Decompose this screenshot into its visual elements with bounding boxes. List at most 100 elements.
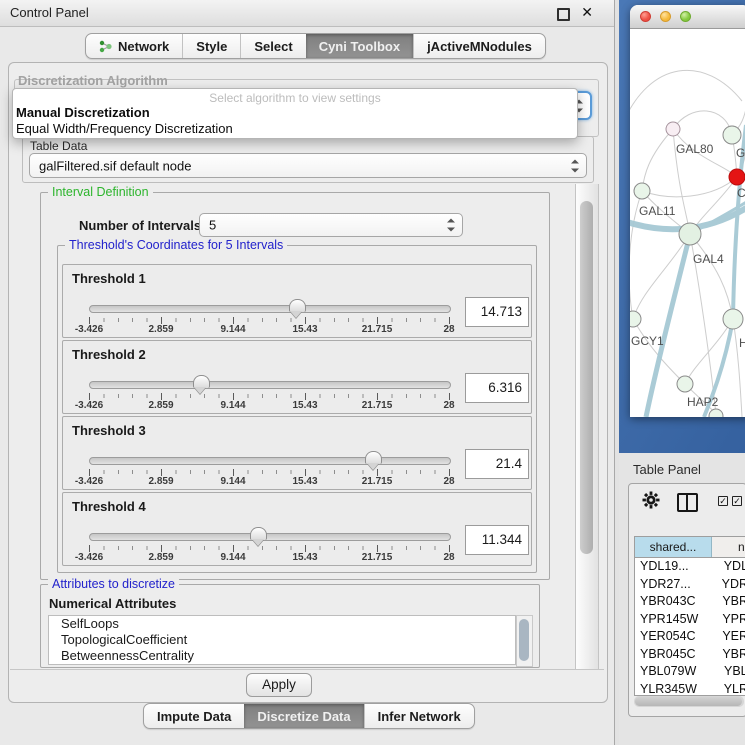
close-icon[interactable]: ✕ — [581, 4, 593, 21]
table-row[interactable]: YBR045CYBR0 — [635, 646, 745, 664]
checkbox-checked-icon[interactable]: ✓ — [718, 496, 728, 506]
cell-name[interactable]: YER0 — [715, 628, 745, 646]
scrollbar-thumb[interactable] — [580, 201, 593, 554]
slider-thumb-icon[interactable] — [250, 527, 267, 540]
tab-label: Cyni Toolbox — [319, 39, 400, 54]
network-view-window: GAL80GACGAL11GAL4GCY1HHAP2 — [630, 5, 745, 417]
tab-label: Infer Network — [378, 709, 461, 724]
tab-impute-data[interactable]: Impute Data — [144, 704, 244, 728]
cell-shared-name[interactable]: YBR043C — [635, 593, 715, 611]
tick-label: 9.144 — [220, 400, 245, 411]
cell-shared-name[interactable]: YLR345W — [635, 681, 717, 697]
threshold-slider[interactable] — [89, 302, 449, 316]
table-row[interactable]: YDL19...YDL1 — [635, 558, 745, 576]
dropdown-option-equal-width-frequency[interactable]: Equal Width/Frequency Discretization — [16, 121, 233, 136]
slider-track[interactable] — [89, 533, 451, 541]
cell-name[interactable]: YDL1 — [717, 558, 745, 576]
threshold-slider[interactable] — [89, 378, 449, 392]
slider-tick-marks — [89, 545, 449, 552]
node-label: HAP2 — [687, 395, 719, 409]
tab-jactivemnodules[interactable]: jActiveMNodules — [413, 34, 545, 58]
tab-discretize-data[interactable]: Discretize Data — [244, 704, 363, 728]
dropdown-option-manual-discretization[interactable]: Manual Discretization — [16, 105, 150, 120]
attribute-list-item[interactable]: BetweennessCentrality — [49, 648, 515, 664]
tab-network[interactable]: Network — [86, 34, 182, 58]
table-horizontal-scrollbar[interactable] — [634, 696, 744, 707]
cell-name[interactable]: YLR3 — [717, 681, 745, 697]
tick-label: 15.43 — [292, 324, 317, 335]
table-row[interactable]: YER054CYER0 — [635, 628, 745, 646]
tab-label: Select — [254, 39, 292, 54]
threshold-value-field[interactable]: 11.344 — [465, 525, 529, 555]
network-nodes[interactable] — [630, 122, 745, 417]
scrollbar-thumb[interactable] — [519, 619, 529, 661]
table-row[interactable]: YDR27...YDR2 — [635, 576, 745, 594]
threshold-label: Threshold 4 — [72, 499, 146, 514]
table-data-combobox[interactable]: galFiltered.sif default node — [29, 153, 587, 178]
threshold-value-field[interactable]: 14.713 — [465, 297, 529, 327]
threshold-value-field[interactable]: 21.4 — [465, 449, 529, 479]
slider-tick-labels: -3.4262.8599.14415.4321.71528 — [89, 552, 449, 563]
attributes-list-scrollbar[interactable] — [516, 615, 533, 667]
settings-scroll-area: Interval Definition Number of Intervals … — [14, 184, 602, 669]
threshold-slider[interactable] — [89, 530, 449, 544]
number-of-intervals-combobox[interactable]: 5 — [199, 213, 463, 237]
slider-thumb-icon[interactable] — [365, 451, 382, 464]
tab-cyni-toolbox[interactable]: Cyni Toolbox — [306, 34, 413, 58]
tick-label: 15.43 — [292, 476, 317, 487]
cell-name[interactable]: YBL0 — [717, 663, 745, 681]
column-layout-icon[interactable] — [677, 493, 698, 512]
tick-label: 2.859 — [148, 324, 173, 335]
float-window-icon[interactable] — [557, 8, 570, 21]
close-traffic-light-icon[interactable] — [640, 11, 651, 22]
table-row[interactable]: YBL079WYBL0 — [635, 663, 745, 681]
tick-label: 21.715 — [362, 400, 393, 411]
slider-thumb-icon[interactable] — [289, 299, 306, 312]
slider-thumb-icon[interactable] — [193, 375, 210, 388]
tab-select[interactable]: Select — [240, 34, 305, 58]
attribute-list-item[interactable]: SelfLoops — [49, 616, 515, 632]
tick-label: 2.859 — [148, 552, 173, 563]
threshold-value-field[interactable]: 6.316 — [465, 373, 529, 403]
zoom-traffic-light-icon[interactable] — [680, 11, 691, 22]
threshold-slider[interactable] — [89, 454, 449, 468]
apply-button[interactable]: Apply — [246, 673, 312, 697]
scrollbar-thumb[interactable] — [635, 697, 742, 706]
slider-track[interactable] — [89, 381, 451, 389]
tab-infer-network[interactable]: Infer Network — [364, 704, 474, 728]
slider-track[interactable] — [89, 457, 451, 465]
cell-shared-name[interactable]: YPR145W — [635, 611, 715, 629]
cell-name[interactable]: YBR0 — [715, 646, 745, 664]
tab-style[interactable]: Style — [182, 34, 240, 58]
cell-shared-name[interactable]: YDR27... — [635, 576, 715, 594]
threshold-panel: Threshold 4 -3.4262.8599.14415.4321.71528… — [62, 492, 532, 566]
content-vertical-scrollbar[interactable] — [575, 184, 599, 669]
column-header-name[interactable]: na — [712, 537, 745, 557]
node-label: GA — [736, 146, 745, 160]
column-header-shared-name[interactable]: shared... — [635, 537, 712, 557]
network-canvas[interactable]: GAL80GACGAL11GAL4GCY1HHAP2 — [630, 29, 745, 417]
cell-shared-name[interactable]: YDL19... — [635, 558, 717, 576]
tab-label: Discretize Data — [257, 709, 350, 724]
table-row[interactable]: YLR345WYLR3 — [635, 681, 745, 697]
attribute-list-item[interactable]: TopologicalCoefficient — [49, 632, 515, 648]
slider-tick-marks — [89, 469, 449, 476]
cell-shared-name[interactable]: YBL079W — [635, 663, 717, 681]
table-row[interactable]: YPR145WYPR1 — [635, 611, 745, 629]
numerical-attributes-list[interactable]: SelfLoopsTopologicalCoefficientBetweenne… — [48, 615, 516, 665]
minimize-traffic-light-icon[interactable] — [660, 11, 671, 22]
cell-name[interactable]: YDR2 — [715, 576, 745, 594]
table-row[interactable]: YBR043CYBR0 — [635, 593, 745, 611]
threshold-coordinates-title: Threshold's Coordinates for 5 Intervals — [65, 238, 287, 252]
checkbox-checked-icon[interactable]: ✓ — [732, 496, 742, 506]
tick-label: -3.426 — [75, 476, 103, 487]
cell-name[interactable]: YPR1 — [715, 611, 745, 629]
cell-name[interactable]: YBR0 — [715, 593, 745, 611]
cell-shared-name[interactable]: YER054C — [635, 628, 715, 646]
cell-shared-name[interactable]: YBR045C — [635, 646, 715, 664]
tab-label: jActiveMNodules — [427, 39, 532, 54]
gear-icon[interactable] — [642, 491, 660, 509]
slider-track[interactable] — [89, 305, 451, 313]
slider-tick-labels: -3.4262.8599.14415.4321.71528 — [89, 400, 449, 411]
threshold-panel: Threshold 2-3.4262.8599.14415.4321.71528… — [62, 340, 532, 414]
